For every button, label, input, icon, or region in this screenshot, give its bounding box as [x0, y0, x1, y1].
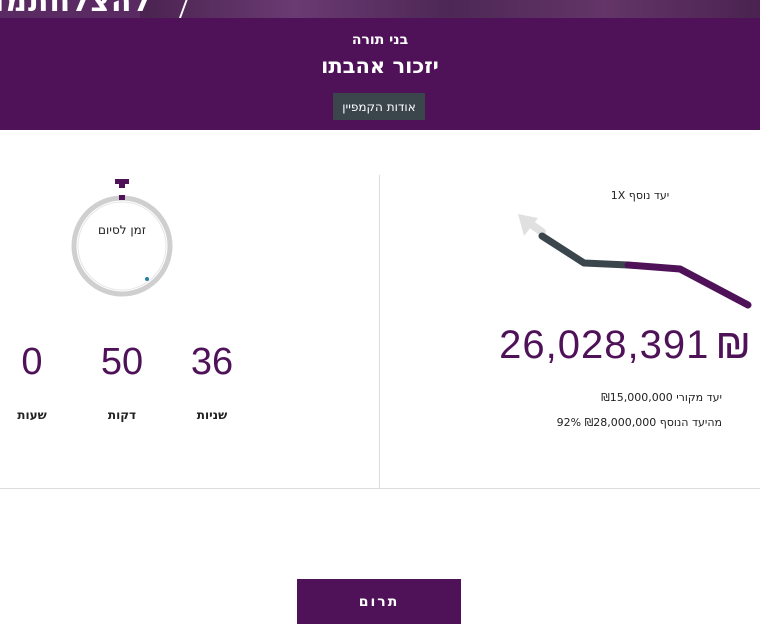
seconds-label: שניות: [196, 408, 228, 422]
stopwatch-stem: [119, 183, 125, 188]
banner-texture: [140, 0, 760, 18]
raised-amount: 26,028,391 ₪: [380, 320, 752, 368]
timer-marker: [119, 195, 125, 200]
timer-ring-outer: [71, 195, 173, 297]
campaign-header: בני תורה יזכור אהבתו אודות הקמפיין: [0, 18, 760, 130]
progress-line-brand: [624, 261, 752, 309]
campaign-title: יזכור אהבתו: [321, 54, 439, 78]
minutes-value: 50: [100, 341, 144, 383]
hours-value: 0: [21, 341, 43, 383]
raised-amount-value: 26,028,391: [499, 323, 710, 367]
timer-stopwatch-icon: [71, 179, 173, 297]
progress-line-dark: [538, 232, 632, 269]
banner-text: להצלחתמו: [0, 0, 152, 18]
minutes-label: דקות: [107, 408, 137, 422]
timer-label: זמן לסיום: [98, 223, 146, 237]
content-divider: [0, 488, 760, 489]
donate-button[interactable]: תרום: [297, 579, 461, 624]
original-goal: יעד מקורי ₪15,000,000: [601, 391, 722, 404]
seconds-value: 36: [190, 341, 234, 383]
timer-ring-inner: [77, 201, 167, 291]
timer-indicator-dot: [145, 277, 149, 281]
hours-label: שעות: [17, 408, 47, 422]
about-campaign-button[interactable]: אודות הקמפיין: [333, 93, 425, 120]
org-name: בני תורה: [351, 32, 409, 48]
bonus-goal: 92% מהיעד הנוסף ₪28,000,000: [556, 416, 722, 429]
shekel-icon: ₪: [715, 320, 752, 367]
top-banner: להצלחתמו: [0, 0, 760, 18]
progress-arrow-graphic: [518, 214, 752, 309]
